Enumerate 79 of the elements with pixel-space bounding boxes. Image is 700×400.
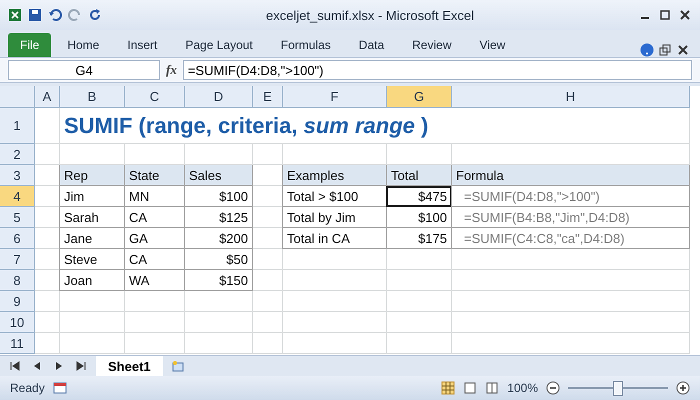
- close-icon[interactable]: [678, 8, 692, 22]
- header-cell: Sales: [184, 165, 253, 186]
- zoom-out-icon[interactable]: [546, 381, 560, 395]
- table-cell: Total > $100: [282, 186, 387, 207]
- row-header[interactable]: 11: [0, 333, 35, 354]
- table-cell: $200: [184, 228, 253, 249]
- table-cell: Jim: [59, 186, 125, 207]
- window-title: exceljet_sumif.xlsx - Microsoft Excel: [264, 8, 476, 22]
- column-header[interactable]: D: [185, 86, 253, 108]
- ribbon-tab[interactable]: Page Layout: [173, 33, 265, 57]
- table-cell: $50: [184, 249, 253, 270]
- header-cell: State: [124, 165, 185, 186]
- sheet-title: SUMIF (range, criteria, sum range ): [60, 108, 690, 144]
- select-all-corner[interactable]: [0, 86, 35, 108]
- page-break-icon[interactable]: [485, 381, 500, 395]
- table-cell: $150: [184, 270, 253, 291]
- row-header[interactable]: 4: [0, 186, 35, 207]
- column-header[interactable]: E: [253, 86, 283, 108]
- row-header[interactable]: 8: [0, 270, 35, 291]
- table-cell: =SUMIF(D4:D8,">100"): [451, 186, 690, 207]
- ribbon-tab[interactable]: Formulas: [268, 33, 343, 57]
- formula-field[interactable]: =SUMIF(D4:D8,">100"): [182, 60, 692, 80]
- row-header[interactable]: 3: [0, 165, 35, 186]
- function-label[interactable]: fx: [166, 62, 177, 78]
- column-header[interactable]: A: [35, 86, 60, 108]
- new-sheet-icon[interactable]: [170, 359, 185, 373]
- sheet-tab[interactable]: Sheet1: [96, 356, 163, 376]
- table-cell: Total by Jim: [282, 207, 387, 228]
- ribbon-tab[interactable]: View: [468, 33, 518, 57]
- save-icon[interactable]: [28, 8, 42, 22]
- table-cell: Jane: [59, 228, 125, 249]
- row-header[interactable]: 7: [0, 249, 35, 270]
- table-cell: Total in CA: [282, 228, 387, 249]
- close-icon[interactable]: [676, 43, 690, 57]
- ribbon-tab[interactable]: Data: [346, 33, 396, 57]
- page-layout-icon[interactable]: [463, 381, 478, 395]
- header-cell: Rep: [59, 165, 125, 186]
- row-header[interactable]: 1: [0, 108, 35, 144]
- header-cell: Examples: [282, 165, 387, 186]
- header-cell: Formula: [451, 165, 690, 186]
- zoom-percent[interactable]: 100%: [507, 381, 538, 395]
- last-sheet-icon[interactable]: [74, 359, 88, 373]
- status-text: Ready: [10, 381, 45, 395]
- column-header[interactable]: G: [387, 86, 452, 108]
- first-sheet-icon[interactable]: [8, 359, 22, 373]
- column-header[interactable]: C: [125, 86, 185, 108]
- table-cell: Sarah: [59, 207, 125, 228]
- row-header[interactable]: 5: [0, 207, 35, 228]
- excel-logo-icon[interactable]: [8, 8, 22, 22]
- ribbon-tab[interactable]: Insert: [115, 33, 170, 57]
- row-header[interactable]: 2: [0, 144, 35, 165]
- column-header[interactable]: H: [452, 86, 690, 108]
- table-cell: Steve: [59, 249, 125, 270]
- row-header[interactable]: 10: [0, 312, 35, 333]
- table-cell: Joan: [59, 270, 125, 291]
- ribbon-tab[interactable]: Home: [55, 33, 112, 57]
- redo-icon[interactable]: [68, 8, 82, 22]
- table-cell: $475: [386, 186, 452, 207]
- undo-icon[interactable]: [48, 8, 62, 22]
- table-cell: $100: [184, 186, 253, 207]
- maximize-icon[interactable]: [658, 8, 672, 22]
- slider-thumb[interactable]: [613, 380, 623, 396]
- column-header[interactable]: B: [60, 86, 125, 108]
- normal-view-icon[interactable]: [441, 381, 456, 395]
- column-header[interactable]: F: [283, 86, 387, 108]
- zoom-in-icon[interactable]: [676, 381, 690, 395]
- table-cell: $125: [184, 207, 253, 228]
- row-header[interactable]: 6: [0, 228, 35, 249]
- row-header[interactable]: 9: [0, 291, 35, 312]
- table-cell: =SUMIF(C4:C8,"ca",D4:D8): [451, 228, 690, 249]
- name-box[interactable]: G4: [8, 60, 160, 80]
- ribbon-tab[interactable]: File: [8, 33, 52, 57]
- ribbon-tab[interactable]: Review: [400, 33, 464, 57]
- header-cell: Total: [386, 165, 452, 186]
- help-icon[interactable]: [640, 43, 654, 57]
- restore-icon[interactable]: [658, 43, 672, 57]
- table-cell: =SUMIF(B4:B8,"Jim",D4:D8): [451, 207, 690, 228]
- macro-record-icon[interactable]: [52, 381, 67, 395]
- refresh-icon[interactable]: [88, 8, 102, 22]
